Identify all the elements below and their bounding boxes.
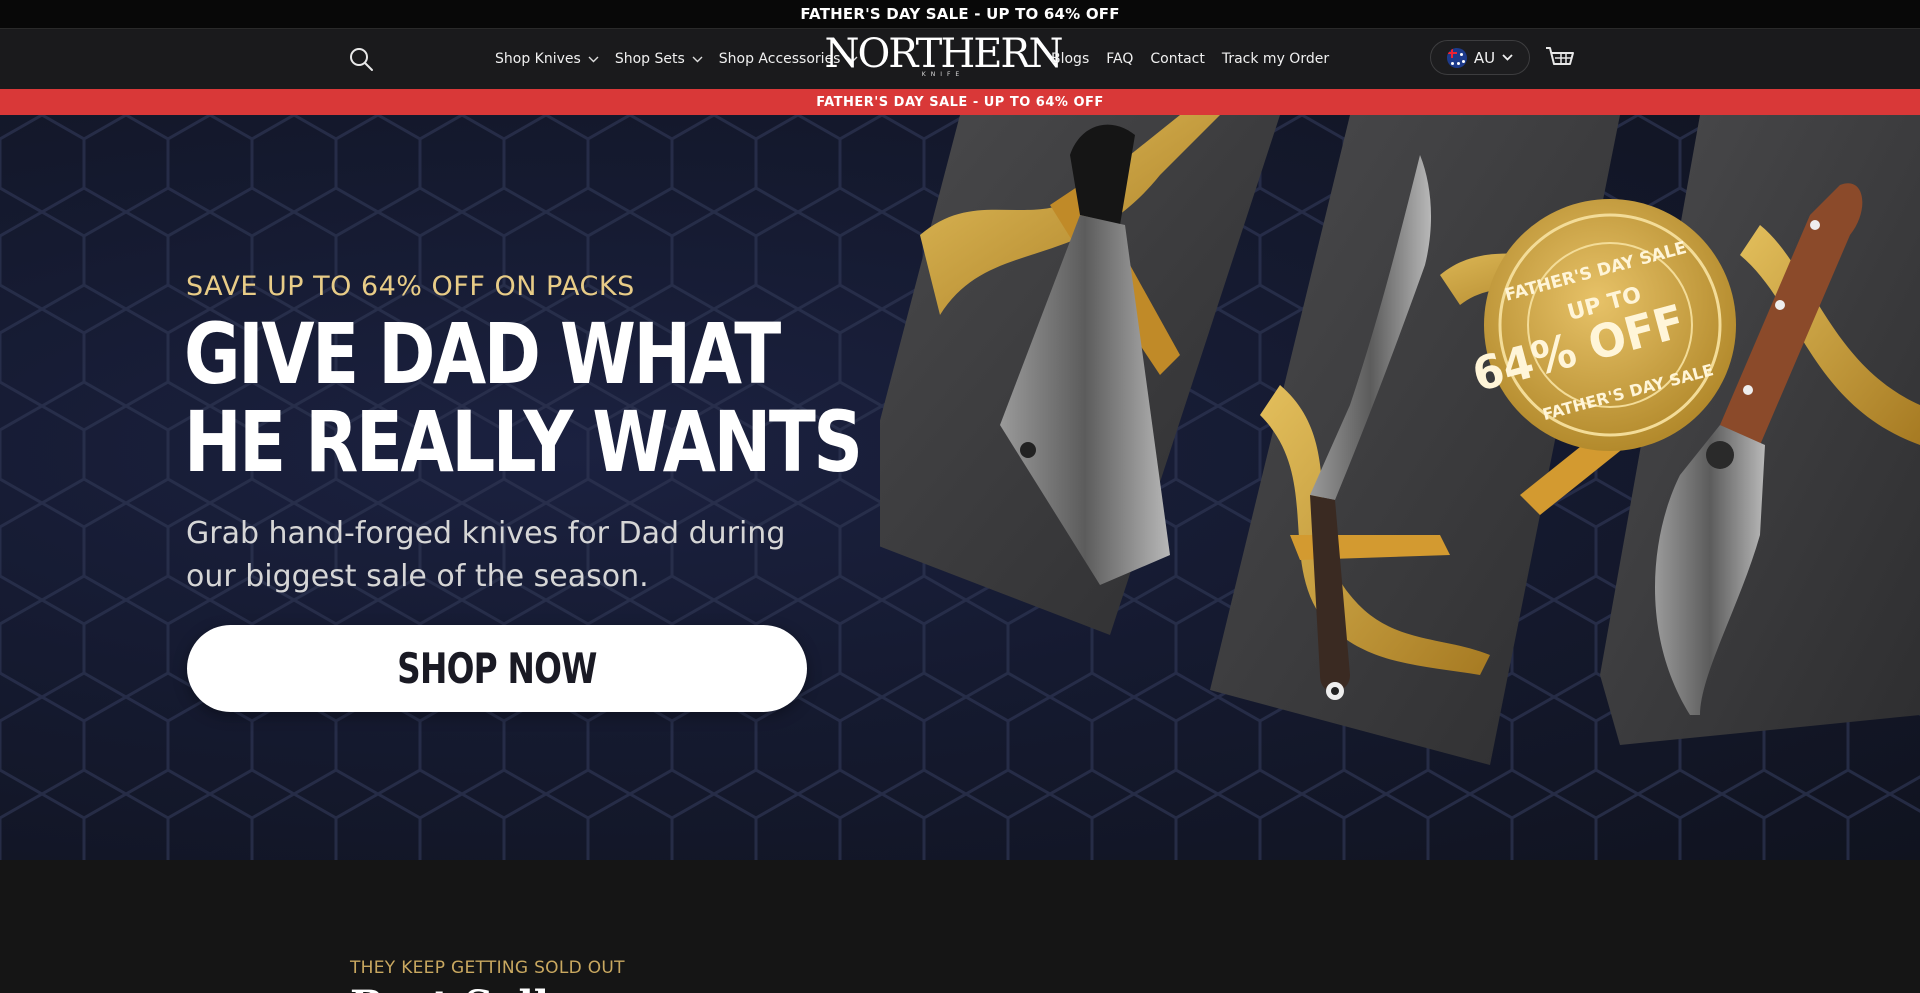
shop-now-button[interactable]: SHOP NOW: [187, 625, 807, 712]
promo-strip[interactable]: FATHER'S DAY SALE - UP TO 64% OFF: [0, 89, 1920, 115]
nav-track-order[interactable]: Track my Order: [1222, 51, 1329, 67]
hero-knives-image: FATHER'S DAY SALE UP TO 64% OFF FATHER'S…: [880, 115, 1920, 765]
nav-contact[interactable]: Contact: [1150, 51, 1204, 67]
cart-icon[interactable]: [1545, 46, 1575, 72]
search-icon[interactable]: [348, 46, 374, 72]
nav-label: Shop Sets: [614, 51, 685, 67]
announcement-text: FATHER'S DAY SALE - UP TO 64% OFF: [800, 5, 1120, 23]
best-sellers-title: Best Sellers: [350, 982, 618, 993]
hero-title-line: HE REALLY WANTS: [184, 393, 863, 491]
nav-label: Shop Accessories: [718, 51, 841, 67]
site-header: Shop Knives Shop Sets Shop Accessories N…: [0, 29, 1920, 89]
secondary-nav: Blogs FAQ Contact Track my Order: [1051, 29, 1329, 89]
chevron-down-icon: [692, 56, 703, 62]
nav-blogs[interactable]: Blogs: [1051, 51, 1089, 67]
promo-text: FATHER'S DAY SALE - UP TO 64% OFF: [816, 94, 1104, 110]
hero-banner: SAVE UP TO 64% OFF ON PACKS GIVE DAD WHA…: [0, 115, 1920, 860]
logo-wordmark: NORTHERN: [824, 31, 1063, 77]
announcement-bar: FATHER'S DAY SALE - UP TO 64% OFF: [0, 0, 1920, 29]
primary-nav: Shop Knives Shop Sets Shop Accessories: [495, 29, 858, 89]
australia-flag-icon: [1446, 47, 1467, 68]
hero-title: GIVE DAD WHAT HE REALLY WANTS: [184, 305, 863, 491]
nav-faq[interactable]: FAQ: [1106, 51, 1133, 67]
best-sellers-eyebrow: THEY KEEP GETTING SOLD OUT: [350, 958, 625, 978]
hero-title-line: GIVE DAD WHAT: [184, 305, 781, 403]
hero-eyebrow: SAVE UP TO 64% OFF ON PACKS: [186, 271, 635, 302]
locale-selector[interactable]: AU: [1430, 40, 1530, 75]
nav-shop-sets[interactable]: Shop Sets: [615, 51, 703, 67]
chevron-down-icon: [1502, 54, 1513, 61]
best-sellers-section: THEY KEEP GETTING SOLD OUT Best Sellers: [0, 860, 1920, 993]
locale-country: AU: [1473, 48, 1496, 67]
nav-shop-knives[interactable]: Shop Knives: [495, 51, 599, 67]
logo-subtext: KNIFE: [921, 71, 965, 78]
site-logo[interactable]: NORTHERN KNIFE: [824, 33, 1063, 85]
chevron-down-icon: [588, 56, 599, 62]
nav-label: Shop Knives: [495, 51, 581, 67]
hero-subtitle: Grab hand-forged knives for Dad during o…: [186, 516, 786, 594]
shop-now-label: SHOP NOW: [397, 644, 597, 693]
